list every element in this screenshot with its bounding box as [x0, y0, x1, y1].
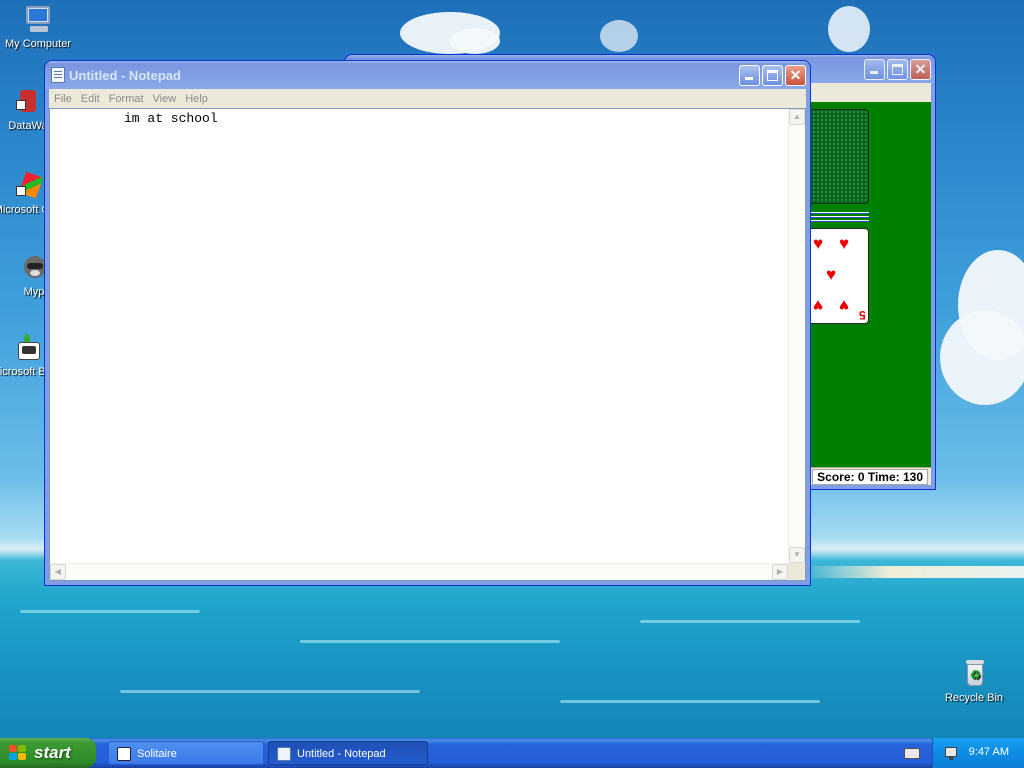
- taskbar-button-label: Untitled - Notepad: [297, 748, 386, 760]
- vertical-scrollbar[interactable]: ▲ ▼: [788, 109, 805, 563]
- wave: [560, 700, 820, 703]
- resize-grip-icon[interactable]: [788, 563, 805, 580]
- computer-icon: [22, 4, 54, 36]
- card-rank: 5: [859, 308, 866, 322]
- cloud: [450, 28, 500, 54]
- wave: [640, 620, 860, 623]
- notepad-titlebar[interactable]: Untitled - Notepad ✕: [45, 61, 810, 89]
- maximize-icon: [767, 69, 778, 81]
- maximize-button[interactable]: [887, 58, 908, 80]
- maximize-button[interactable]: [762, 64, 783, 86]
- scroll-up-button[interactable]: ▲: [789, 109, 805, 125]
- notepad-icon: [51, 67, 65, 83]
- recycle-bin-icon: ♻: [958, 658, 990, 690]
- document-text[interactable]: im at school: [124, 111, 218, 126]
- horizontal-scrollbar[interactable]: ◀ ▶: [50, 563, 788, 580]
- system-tray: 9:47 AM: [932, 738, 1024, 768]
- database-icon: [12, 86, 44, 118]
- taskbar-button-label: Solitaire: [137, 748, 177, 760]
- cloud: [940, 310, 1024, 405]
- taskbar: start Solitaire Untitled - Notepad 9:47 …: [0, 738, 1024, 768]
- wave: [120, 690, 420, 693]
- notepad-icon: [277, 747, 291, 761]
- heart-icon: ♥: [826, 265, 837, 284]
- close-button[interactable]: ✕: [910, 58, 931, 80]
- desktop-icon-label: Recycle Bin: [944, 692, 1004, 704]
- visual-basic-icon: [12, 332, 44, 364]
- heart-icon: ♥: [813, 234, 824, 253]
- start-button[interactable]: start: [0, 738, 96, 768]
- wave: [300, 640, 560, 643]
- start-label: start: [34, 743, 71, 762]
- minimize-button[interactable]: [739, 64, 760, 86]
- close-icon: ✕: [914, 60, 927, 77]
- desktop-icon-my-computer[interactable]: My Computer: [0, 4, 76, 51]
- notepad-window[interactable]: Untitled - Notepad ✕ File Edit Format Vi…: [44, 60, 811, 586]
- visual-cpp-icon: [12, 170, 44, 202]
- desktop-icon-label: My Computer: [4, 38, 72, 50]
- windows-logo-icon: [9, 745, 27, 761]
- menu-format[interactable]: Format: [106, 93, 150, 105]
- desktop-icon-recycle-bin[interactable]: ♻ Recycle Bin: [936, 658, 1012, 705]
- heart-icon: ♥: [839, 234, 850, 253]
- cloud: [828, 6, 870, 52]
- beach: [800, 566, 1024, 578]
- notepad-text-area[interactable]: im at school ▲ ▼ ◀ ▶: [49, 108, 806, 581]
- menu-file[interactable]: File: [51, 93, 78, 105]
- notepad-title: Untitled - Notepad: [69, 67, 181, 83]
- menu-view[interactable]: View: [150, 93, 183, 105]
- menu-edit[interactable]: Edit: [78, 93, 106, 105]
- minimize-icon: [870, 70, 878, 74]
- close-button[interactable]: ✕: [785, 64, 806, 86]
- heart-icon: ♥: [813, 296, 824, 315]
- heart-icon: ♥: [839, 296, 850, 315]
- network-icon[interactable]: [943, 745, 959, 761]
- keyboard-icon[interactable]: [904, 748, 920, 759]
- wave: [20, 610, 200, 613]
- score-time-readout: Score: 0 Time: 130: [812, 469, 928, 485]
- taskbar-button-solitaire[interactable]: Solitaire: [108, 741, 264, 765]
- scroll-down-button[interactable]: ▼: [789, 547, 805, 563]
- maximize-icon: [892, 63, 903, 75]
- cloud: [600, 20, 638, 52]
- minimize-icon: [745, 76, 753, 80]
- close-icon: ✕: [789, 66, 802, 83]
- clock[interactable]: 9:47 AM: [969, 746, 1009, 758]
- scroll-right-button[interactable]: ▶: [772, 564, 788, 580]
- taskbar-button-notepad[interactable]: Untitled - Notepad: [268, 741, 428, 765]
- solitaire-icon: [117, 747, 131, 761]
- scroll-left-button[interactable]: ◀: [50, 564, 66, 580]
- menu-help[interactable]: Help: [182, 93, 214, 105]
- minimize-button[interactable]: [864, 58, 885, 80]
- notepad-menubar: File Edit Format View Help: [49, 89, 806, 108]
